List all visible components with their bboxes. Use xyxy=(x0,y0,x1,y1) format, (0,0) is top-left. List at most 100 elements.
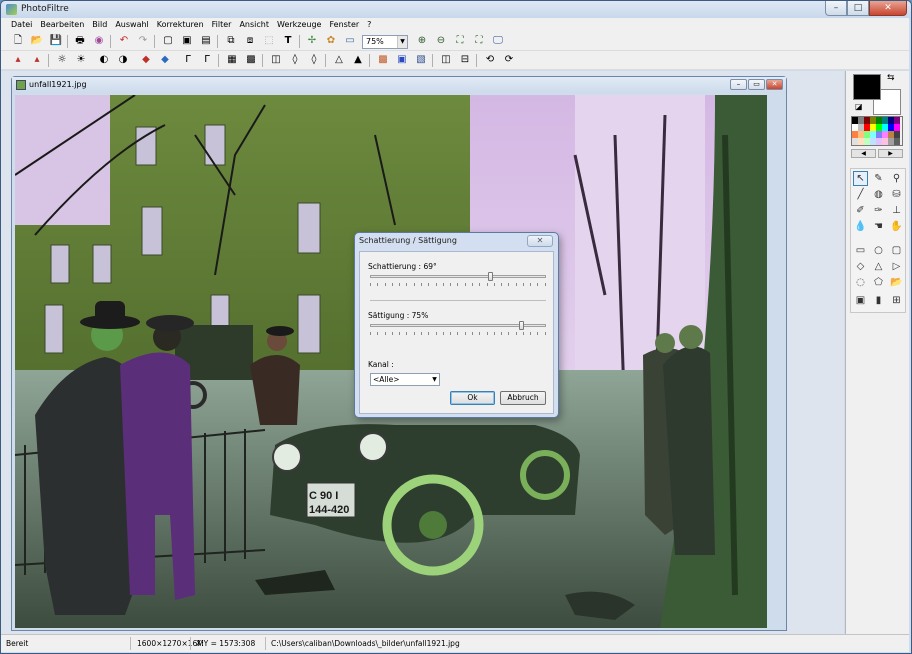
reset-colors-icon[interactable]: ◪ xyxy=(855,102,863,111)
zoom-in-icon[interactable]: ⊕ xyxy=(415,34,429,48)
smudge-tool-icon[interactable]: ☚ xyxy=(871,219,886,234)
ellipse-shape-icon[interactable]: ○ xyxy=(871,243,886,258)
gamma-down-icon[interactable]: Γ xyxy=(181,53,195,67)
menu-bearbeiten[interactable]: Bearbeiten xyxy=(36,18,88,32)
palette-swatch[interactable] xyxy=(894,124,900,131)
open-folder-icon[interactable]: 📂 xyxy=(30,34,44,48)
line-tool-icon[interactable]: ╱ xyxy=(853,187,868,202)
emboss-icon[interactable]: ▲ xyxy=(351,53,365,67)
minimize-button[interactable]: – xyxy=(825,1,847,16)
palette-swatch[interactable] xyxy=(894,131,900,138)
zoom-select[interactable]: 75% ▼ xyxy=(362,35,408,49)
brush-tool-icon[interactable]: ✐ xyxy=(853,203,868,218)
undo-icon[interactable]: ↶ xyxy=(117,34,131,48)
diamond-shape-icon[interactable]: ◇ xyxy=(853,259,868,274)
menu-help[interactable]: ? xyxy=(363,18,375,32)
saturation-slider[interactable] xyxy=(370,321,546,330)
triangle-shape-icon[interactable]: △ xyxy=(871,259,886,274)
flip-vertical-icon[interactable]: ⊟ xyxy=(458,53,472,67)
saturation-slider-thumb[interactable] xyxy=(519,321,524,330)
actual-size-icon[interactable]: ⛶ xyxy=(453,34,467,48)
color-balance-icon[interactable]: ▩ xyxy=(376,53,390,67)
menu-bild[interactable]: Bild xyxy=(88,18,111,32)
contrast-down-icon[interactable]: ◐ xyxy=(97,53,111,67)
sharpen-icon[interactable]: ◊ xyxy=(307,53,321,67)
saturation-up-icon[interactable]: ◆ xyxy=(158,53,172,67)
redo-icon[interactable]: ↷ xyxy=(136,34,150,48)
replace-color-icon[interactable]: ▣ xyxy=(395,53,409,67)
fit-window-icon[interactable]: ⛶ xyxy=(472,34,486,48)
image-size-icon[interactable]: ⧉ xyxy=(224,34,238,48)
transparency-icon[interactable]: ✢ xyxy=(305,34,319,48)
grayscale-icon[interactable]: ▦ xyxy=(225,53,239,67)
rotate-right-icon[interactable]: ⟳ xyxy=(502,53,516,67)
selection-tool-icon[interactable]: ↖ xyxy=(853,171,868,186)
option-rect-icon[interactable]: ▮ xyxy=(871,293,886,308)
advanced-brush-icon[interactable]: ✑ xyxy=(871,203,886,218)
color-picker-icon[interactable]: ✎ xyxy=(871,171,886,186)
scan-icon[interactable]: ◉ xyxy=(92,34,106,48)
doc-close-button[interactable]: ✕ xyxy=(766,79,783,90)
flip-horizontal-icon[interactable]: ◫ xyxy=(439,53,453,67)
canvas-size-icon[interactable]: ⧈ xyxy=(243,34,257,48)
hue-slider[interactable] xyxy=(370,272,546,281)
hand-tool-icon[interactable]: ✋ xyxy=(889,219,904,234)
arrow-shape-icon[interactable]: ▷ xyxy=(889,259,904,274)
doc-maximize-button[interactable]: ▭ xyxy=(748,79,765,90)
palette-prev-button[interactable]: ◀ xyxy=(851,149,876,158)
auto-level-icon[interactable]: ▴ xyxy=(11,53,25,67)
auto-contrast-icon[interactable]: ▴ xyxy=(30,53,44,67)
menu-filter[interactable]: Filter xyxy=(208,18,236,32)
palette-swatch[interactable] xyxy=(894,138,900,145)
sharpen-more-icon[interactable]: △ xyxy=(332,53,346,67)
option-square-icon[interactable]: ▣ xyxy=(853,293,868,308)
channel-select[interactable]: <Alle> ▼ xyxy=(370,373,440,386)
menu-ansicht[interactable]: Ansicht xyxy=(235,18,273,32)
zoom-out-icon[interactable]: ⊖ xyxy=(434,34,448,48)
brightness-down-icon[interactable]: ☼ xyxy=(55,53,69,67)
menu-auswahl[interactable]: Auswahl xyxy=(111,18,152,32)
magic-wand-icon[interactable]: ⚲ xyxy=(889,171,904,186)
close-button[interactable]: ✕ xyxy=(869,1,907,16)
polygon-lasso-icon[interactable]: ⬠ xyxy=(871,275,886,290)
rectangle-shape-icon[interactable]: ▭ xyxy=(853,243,868,258)
crop-icon[interactable]: ⬚ xyxy=(262,34,276,48)
soften-icon[interactable]: ◊ xyxy=(288,53,302,67)
menu-datei[interactable]: Datei xyxy=(7,18,36,32)
cancel-button[interactable]: Abbruch xyxy=(500,391,546,405)
color-palette[interactable] xyxy=(851,116,903,146)
fill-tool-icon[interactable]: ◍ xyxy=(871,187,886,202)
menu-werkzeuge[interactable]: Werkzeuge xyxy=(273,18,325,32)
text-icon[interactable]: T xyxy=(281,34,295,48)
dialog-close-button[interactable]: ✕ xyxy=(527,235,553,247)
lasso-icon[interactable]: ◌ xyxy=(853,275,868,290)
load-shape-icon[interactable]: 📂 xyxy=(889,275,904,290)
copy-icon[interactable]: ▢ xyxy=(161,34,175,48)
frame-icon[interactable]: ▭ xyxy=(343,34,357,48)
foreground-color-swatch[interactable] xyxy=(853,74,881,100)
hue-slider-thumb[interactable] xyxy=(488,272,493,281)
blur-icon[interactable]: ◫ xyxy=(269,53,283,67)
invert-icon[interactable]: ▧ xyxy=(414,53,428,67)
stamp-tool-icon[interactable]: ⊥ xyxy=(889,203,904,218)
gamma-up-icon[interactable]: Γ xyxy=(200,53,214,67)
fullscreen-icon[interactable]: 🖵 xyxy=(491,34,505,48)
paste-new-icon[interactable]: ▤ xyxy=(199,34,213,48)
contrast-up-icon[interactable]: ◑ xyxy=(116,53,130,67)
doc-minimize-button[interactable]: – xyxy=(730,79,747,90)
effects-icon[interactable]: ✿ xyxy=(324,34,338,48)
maximize-button[interactable]: □ xyxy=(847,1,869,16)
brightness-up-icon[interactable]: ☀ xyxy=(74,53,88,67)
option-ratio-icon[interactable]: ⊞ xyxy=(889,293,904,308)
spray-tool-icon[interactable]: ⛁ xyxy=(889,187,904,202)
rounded-rect-shape-icon[interactable]: ▢ xyxy=(889,243,904,258)
palette-next-button[interactable]: ▶ xyxy=(878,149,903,158)
palette-swatch[interactable] xyxy=(894,117,900,124)
blur-tool-icon[interactable]: 💧 xyxy=(853,219,868,234)
rotate-left-icon[interactable]: ⟲ xyxy=(483,53,497,67)
new-file-icon[interactable]: 🗋 xyxy=(11,34,25,48)
save-icon[interactable]: 💾 xyxy=(49,34,63,48)
paste-icon[interactable]: ▣ xyxy=(180,34,194,48)
print-icon[interactable]: 🖶 xyxy=(73,34,87,48)
menu-fenster[interactable]: Fenster xyxy=(325,18,363,32)
